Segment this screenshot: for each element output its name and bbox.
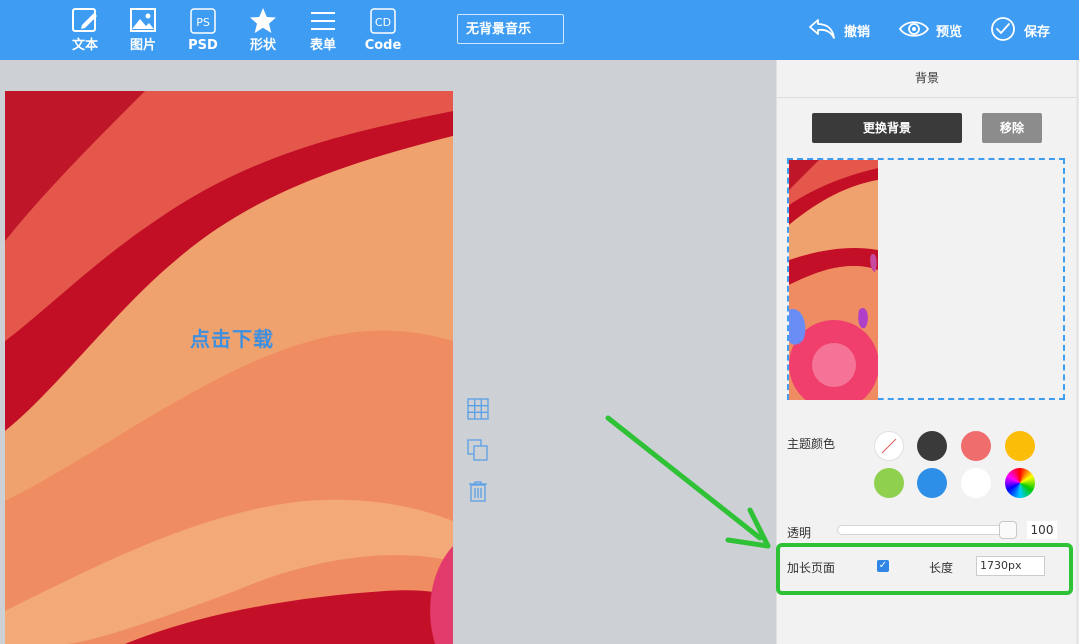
trash-icon[interactable]: [467, 480, 489, 502]
image-icon: [130, 8, 156, 32]
long-page-checkbox[interactable]: ✓: [877, 560, 889, 572]
swatch-yellow[interactable]: [1005, 431, 1035, 461]
swatch-dark[interactable]: [917, 431, 947, 461]
remove-background-button[interactable]: 移除: [982, 113, 1042, 143]
change-background-button[interactable]: 更换背景: [812, 113, 962, 143]
theme-color-label: 主题颜色: [787, 437, 836, 451]
opacity-slider-track[interactable]: [837, 525, 1017, 535]
background-artwork: [5, 91, 453, 644]
tool-text-button[interactable]: 文本: [60, 4, 110, 58]
swatch-green[interactable]: [874, 468, 904, 498]
tool-shape-button[interactable]: 形状: [238, 4, 288, 58]
opacity-value: 100: [1027, 521, 1057, 539]
length-input[interactable]: 1730px: [976, 556, 1045, 576]
length-label: 长度: [929, 561, 954, 575]
edit-text-icon: [72, 8, 97, 32]
copy-icon[interactable]: [467, 439, 489, 461]
swatch-blue[interactable]: [917, 468, 947, 498]
highlight-arrow-icon: [605, 415, 771, 549]
eye-icon: [898, 21, 930, 37]
opacity-label: 透明: [787, 526, 812, 540]
opacity-slider-thumb[interactable]: [999, 521, 1017, 539]
tool-psd-button[interactable]: PS PSD: [178, 4, 228, 58]
tool-text-label: 文本: [71, 38, 98, 53]
save-label: 保存: [1024, 25, 1051, 40]
tool-form-button[interactable]: 表单: [298, 4, 348, 58]
tool-psd-label: PSD: [188, 38, 218, 53]
swatch-none[interactable]: [874, 431, 904, 461]
background-preview[interactable]: [787, 158, 1065, 400]
undo-button[interactable]: 撤销: [808, 14, 874, 44]
form-list-icon: [311, 12, 335, 30]
undo-icon: [809, 19, 835, 39]
psd-icon: PS: [190, 8, 216, 34]
star-shape-icon: [250, 8, 276, 33]
save-button[interactable]: 保存: [990, 14, 1056, 44]
panel-title: 背景: [777, 60, 1077, 98]
tool-code-button[interactable]: CD Code: [358, 4, 408, 58]
preview-label: 预览: [936, 25, 963, 40]
swatch-red[interactable]: [961, 431, 991, 461]
tool-code-label: Code: [364, 38, 402, 53]
tool-form-label: 表单: [309, 38, 336, 53]
svg-text:CD: CD: [375, 16, 391, 29]
background-panel: 背景 更换背景 移除 主题颜色 透明 100 加长页面 ✓ 长度 1730px: [776, 60, 1077, 644]
swatch-white[interactable]: [961, 468, 991, 498]
check-circle-icon: [991, 17, 1015, 41]
design-canvas[interactable]: 点击下载: [5, 91, 453, 644]
music-selector[interactable]: 无背景音乐: [457, 14, 564, 44]
tool-image-label: 图片: [129, 38, 156, 53]
download-text[interactable]: 点击下载: [190, 323, 274, 352]
svg-text:PS: PS: [196, 16, 210, 29]
background-thumbnail: [789, 160, 878, 400]
preview-button[interactable]: 预览: [898, 14, 964, 44]
tool-shape-label: 形状: [249, 38, 276, 53]
tool-image-button[interactable]: 图片: [118, 4, 168, 58]
swatch-rainbow[interactable]: [1005, 468, 1035, 498]
top-toolbar: 文本 图片 PS PSD 形状 表单 CD Code 无背景音乐 撤销 预览 保…: [0, 0, 1079, 60]
undo-label: 撤销: [844, 25, 871, 40]
code-icon: CD: [370, 8, 396, 34]
grid-icon[interactable]: [467, 398, 489, 420]
long-page-label: 加长页面: [787, 561, 836, 575]
